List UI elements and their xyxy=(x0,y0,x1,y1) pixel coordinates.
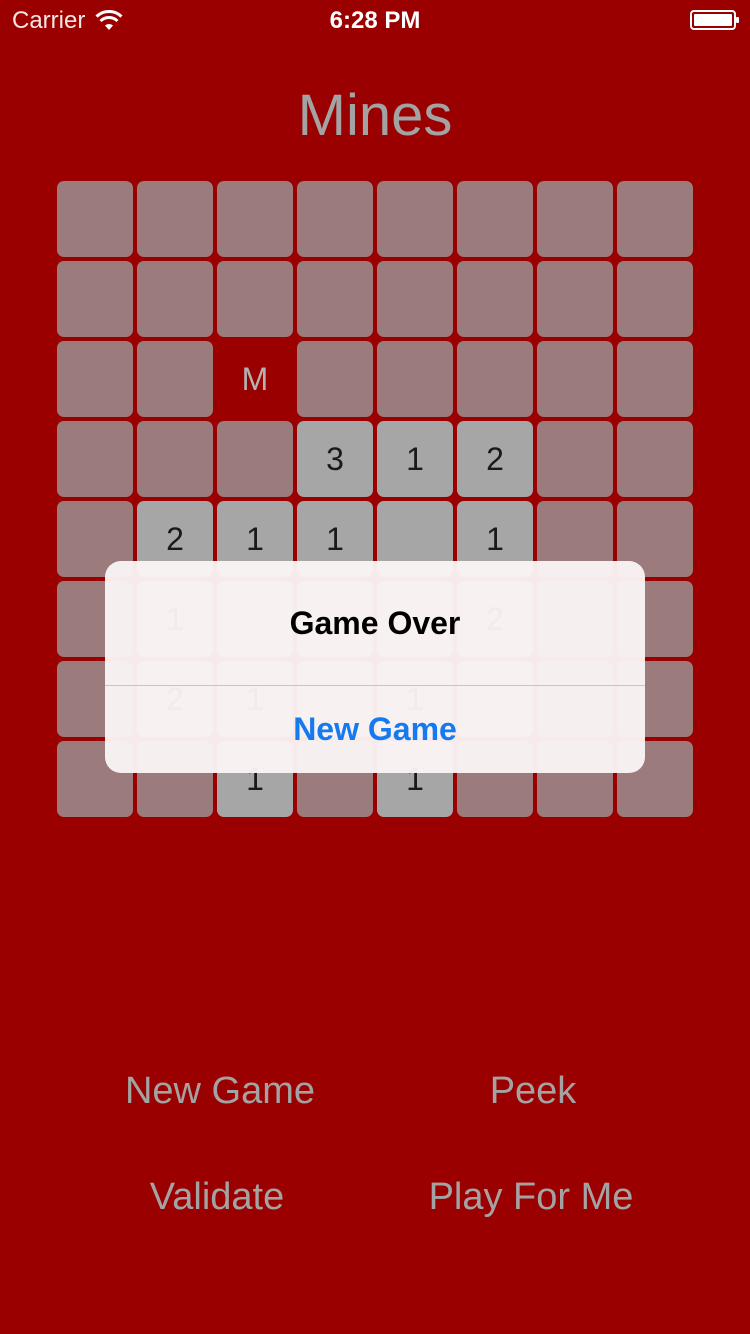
board-cell[interactable] xyxy=(57,261,133,337)
board-cell[interactable] xyxy=(57,421,133,497)
board-cell[interactable] xyxy=(137,421,213,497)
board-cell[interactable] xyxy=(537,341,613,417)
peek-button[interactable]: Peek xyxy=(383,1070,683,1113)
board-cell[interactable] xyxy=(537,181,613,257)
board-cell[interactable] xyxy=(297,261,373,337)
battery-icon xyxy=(690,10,739,30)
play-for-me-button[interactable]: Play For Me xyxy=(381,1176,681,1219)
board-cell[interactable] xyxy=(377,181,453,257)
board-cell[interactable] xyxy=(297,341,373,417)
board-cell[interactable] xyxy=(217,261,293,337)
game-screen: Carrier 6:28 PM Mines M31221111221111 Ne… xyxy=(0,0,750,1334)
validate-button[interactable]: Validate xyxy=(67,1176,367,1219)
board-cell[interactable]: 3 xyxy=(297,421,373,497)
board-cell[interactable] xyxy=(457,341,533,417)
board-cell[interactable] xyxy=(377,341,453,417)
board-cell[interactable] xyxy=(457,261,533,337)
status-bar: Carrier 6:28 PM xyxy=(0,0,750,40)
board-cell[interactable] xyxy=(57,341,133,417)
alert-title: Game Over xyxy=(289,604,461,641)
board-cell[interactable]: M xyxy=(217,341,293,417)
board-cell[interactable]: 1 xyxy=(377,421,453,497)
page-title: Mines xyxy=(297,83,453,148)
board-cell[interactable]: 2 xyxy=(457,421,533,497)
new-game-button[interactable]: New Game xyxy=(70,1070,370,1113)
board-cell[interactable] xyxy=(137,341,213,417)
board-cell[interactable] xyxy=(297,181,373,257)
board-cell[interactable] xyxy=(617,341,693,417)
board-cell[interactable] xyxy=(457,181,533,257)
board-cell[interactable] xyxy=(217,181,293,257)
board-cell[interactable] xyxy=(137,181,213,257)
board-cell[interactable] xyxy=(217,421,293,497)
board-cell[interactable] xyxy=(137,261,213,337)
board-cell[interactable] xyxy=(537,261,613,337)
status-time: 6:28 PM xyxy=(329,7,421,34)
board-cell[interactable] xyxy=(617,421,693,497)
board-cell[interactable] xyxy=(617,181,693,257)
board-cell[interactable] xyxy=(537,421,613,497)
board-cell[interactable] xyxy=(617,261,693,337)
game-over-alert: Game Over New Game xyxy=(105,561,645,773)
board-cell[interactable] xyxy=(377,261,453,337)
alert-new-game-button[interactable]: New Game xyxy=(105,686,645,773)
board-cell[interactable] xyxy=(57,181,133,257)
